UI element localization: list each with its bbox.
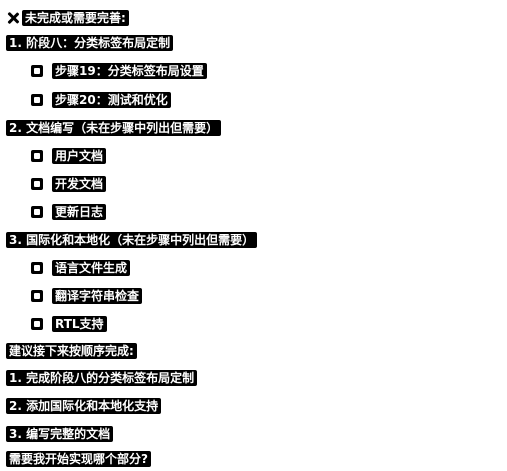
bullet-icon <box>31 318 43 330</box>
list-item: RTL支持 <box>31 315 107 333</box>
bullet-icon <box>31 178 43 190</box>
closing-question: 需要我开始实现哪个部分? <box>6 450 151 468</box>
recommendation-step: 2. 添加国际化和本地化支持 <box>6 397 162 415</box>
list-item: 步骤19：分类标签布局设置 <box>31 62 207 80</box>
list-item: 开发文档 <box>31 175 107 193</box>
list-item: 用户文档 <box>31 147 107 165</box>
recommendation-step: 3. 编写完整的文档 <box>6 425 114 443</box>
bullet-icon <box>31 206 43 218</box>
bullet-icon <box>31 290 43 302</box>
bullet-icon <box>31 150 43 162</box>
list-item: 更新日志 <box>31 203 107 221</box>
list-item: 步骤20：测试和优化 <box>31 91 171 109</box>
recommendation-step: 1. 完成阶段八的分类标签布局定制 <box>6 369 198 387</box>
status-header: 未完成或需要完善: <box>6 9 129 27</box>
recommendation-title: 建议接下来按顺序完成: <box>6 342 137 360</box>
section-heading-documentation: 2. 文档编写（未在步骤中列出但需要） <box>6 119 222 137</box>
list-item: 翻译字符串检查 <box>31 287 143 305</box>
bullet-icon <box>31 94 43 106</box>
status-title: 未完成或需要完善: <box>22 10 129 26</box>
list-item: 语言文件生成 <box>31 259 131 277</box>
close-x-icon <box>6 11 20 25</box>
section-heading-i18n: 3. 国际化和本地化（未在步骤中列出但需要） <box>6 231 258 249</box>
bullet-icon <box>31 65 43 77</box>
bullet-icon <box>31 262 43 274</box>
section-heading-stage-eight: 1. 阶段八：分类标签布局定制 <box>6 34 174 52</box>
